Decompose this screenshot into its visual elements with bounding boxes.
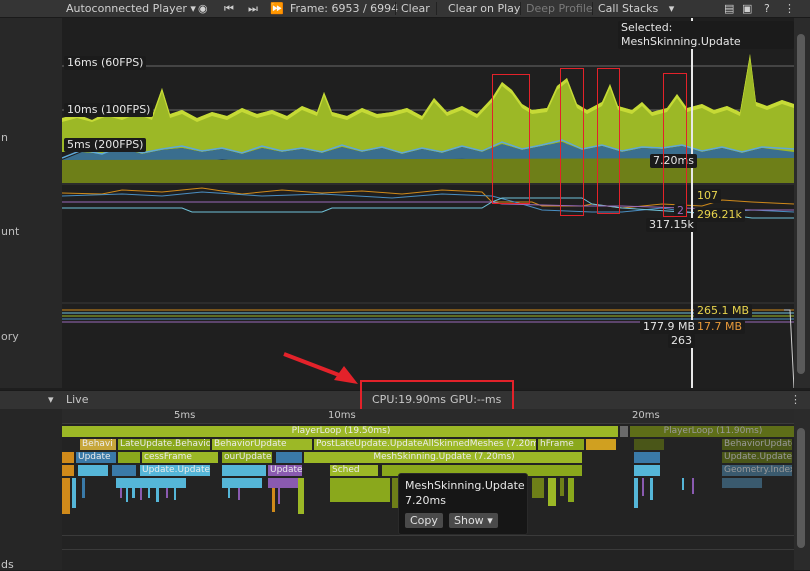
fast-forward-icon: ⏩ (270, 2, 284, 15)
block-cyan[interactable] (78, 465, 108, 476)
memory-module-label[interactable]: ory (1, 330, 19, 343)
profiler-charts[interactable]: 16ms (60FPS) 10ms (100FPS) 5ms (200FPS) … (62, 18, 794, 388)
thread-label: ds (1, 558, 14, 571)
highlight-box-1 (492, 74, 530, 204)
player-dropdown[interactable]: Autoconnected Player ▾ (62, 1, 200, 16)
block-blue-2[interactable] (112, 465, 136, 476)
profiler-toolbar: Autoconnected Player ▾ ◉ ⏮ ⏭ ⏩ Frame: 69… (0, 0, 810, 18)
more-options-icon[interactable]: ⋮ (790, 393, 801, 406)
cpu-module-label[interactable]: n (1, 131, 8, 144)
more-options-icon[interactable]: ⋮ (780, 1, 799, 16)
scrollbar-thumb[interactable] (797, 34, 805, 374)
block-processframe[interactable]: cessFrame (142, 452, 218, 463)
block-behav[interactable]: Behavi (80, 439, 116, 450)
rendering-value-2: 296.21k (694, 208, 745, 222)
copy-button[interactable]: Copy (405, 513, 443, 528)
ruler-5ms: 5ms (174, 410, 196, 421)
sample-tooltip: MeshSkinning.Update 7.20ms Copy Show ▾ (398, 473, 528, 535)
label-10ms: 10ms (100FPS) (64, 103, 154, 117)
record-icon: ◉ (198, 2, 208, 15)
frame-counter: Frame: 6953 / 6994 (290, 2, 399, 15)
block-sched[interactable]: Sched (330, 465, 378, 476)
show-button[interactable]: Show ▾ (449, 513, 498, 528)
load-icon[interactable]: ▤ (720, 1, 738, 16)
tooltip-title: MeshSkinning.Update (405, 479, 525, 492)
block-postlateupdate[interactable]: PostLateUpdate.UpdateAllSkinnedMeshes (7… (314, 439, 536, 450)
ruler-20ms: 20ms (632, 410, 660, 421)
timeline-scroll-thumb[interactable] (797, 428, 805, 548)
rendering-value-3: 317.15k (646, 218, 697, 232)
block-orange[interactable] (586, 439, 616, 450)
call-stacks-dropdown[interactable]: Call Stacks ▾ (594, 1, 678, 16)
highlight-box-4 (663, 73, 687, 217)
block-playerloop-2[interactable]: PlayerLoop (11.90ms) (630, 426, 794, 437)
view-dropdown-icon[interactable]: ▾ (48, 393, 54, 406)
block-ehavior[interactable]: BehaviorUpdate (212, 439, 312, 450)
block-r3[interactable] (634, 465, 660, 476)
details-toolbar: ▾ Live CPU:19.90ms GPU:--ms ⋮ (0, 380, 810, 413)
memory-value-3: 17.7 MB (694, 320, 746, 334)
selected-label: Selected: MeshSkinning.Update (618, 21, 794, 49)
block-gap[interactable] (620, 426, 628, 437)
label-5ms: 5ms (200FPS) (64, 138, 147, 152)
block-geometry[interactable]: Geometry.Index (722, 465, 792, 476)
memory-value-4: 263 (668, 334, 695, 348)
memory-value-2: 177.9 MB (640, 320, 699, 334)
block-orange-small-2[interactable] (62, 465, 74, 476)
block-meshskinning[interactable]: MeshSkinning.Update (7.20ms) (304, 452, 582, 463)
block-behav-update[interactable]: ourUpdate (222, 452, 272, 463)
block-update[interactable]: Update (76, 452, 116, 463)
thread-list: ds (0, 409, 63, 571)
highlight-box-2 (560, 68, 584, 216)
block-hframe[interactable]: hFrame (538, 439, 584, 450)
chevron-down-icon: ▾ (661, 2, 675, 15)
timeline-view[interactable]: 5ms 10ms 20ms PlayerLoop (19.50ms) Playe… (62, 409, 794, 570)
prev-frame-button[interactable]: ⏭ (244, 1, 262, 16)
clear-on-play-toggle[interactable]: Clear on Play (444, 1, 524, 16)
save-icon[interactable]: ▣ (738, 1, 756, 16)
rendering-value-1: 107 (694, 189, 721, 203)
block-lateupdate[interactable]: LateUpdate.Behavior (118, 439, 210, 450)
tooltip-time: 7.20ms (405, 494, 446, 507)
block-update-update[interactable]: Update.Update (140, 465, 210, 476)
block-update-right[interactable]: Update.Update (722, 452, 792, 463)
block-green-small[interactable] (118, 452, 140, 463)
live-toggle[interactable]: Live (66, 393, 88, 406)
arrow-head (334, 366, 358, 384)
show-label: Show (454, 514, 484, 527)
deep-profile-toggle[interactable]: Deep Profile (522, 1, 597, 16)
memory-value-1: 265.1 MB (694, 304, 753, 318)
help-icon[interactable]: ? (760, 1, 774, 16)
block-blue-small[interactable] (276, 452, 302, 463)
step-back-icon: ⏭ (248, 2, 258, 15)
skip-back-icon: ⏮ (224, 2, 234, 15)
clear-button[interactable]: Clear (397, 1, 434, 16)
block-behavior-right[interactable]: BehaviorUpdate (722, 439, 792, 450)
block-r2[interactable] (634, 452, 660, 463)
player-label: Autoconnected Player (66, 2, 187, 15)
block-update-x[interactable]: Update.X (268, 465, 302, 476)
call-stacks-label: Call Stacks (598, 2, 659, 15)
rendering-module-label[interactable]: unt (1, 225, 19, 238)
time-ruler (62, 409, 794, 424)
block-playerloop[interactable]: PlayerLoop (19.50ms) (62, 426, 618, 437)
block-r1[interactable] (634, 439, 664, 450)
chevron-down-icon: ▾ (487, 514, 493, 527)
record-button[interactable]: ◉ (194, 1, 212, 16)
module-list: n unt ory (0, 18, 63, 388)
highlight-box-3 (597, 68, 620, 214)
block-orange-small[interactable] (62, 452, 74, 463)
block-cyan-2[interactable] (222, 465, 266, 476)
first-frame-button[interactable]: ⏮ (220, 1, 238, 16)
label-16ms: 16ms (60FPS) (64, 56, 147, 70)
ruler-10ms: 10ms (328, 410, 356, 421)
current-frame-button[interactable]: ⏩ (266, 1, 288, 16)
